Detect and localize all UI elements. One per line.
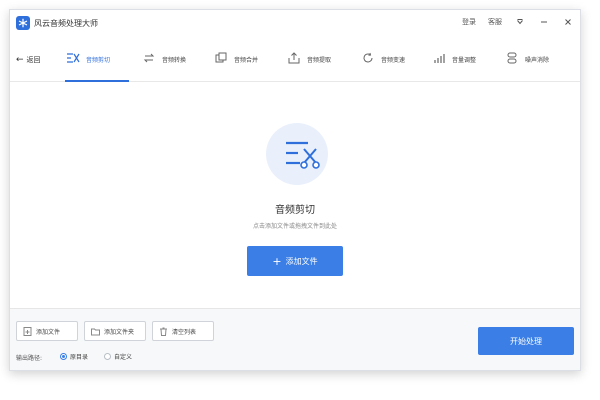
start-processing-button[interactable]: 开始处理 xyxy=(478,327,574,355)
tab-audio-cut[interactable]: 音频剪切 xyxy=(65,50,129,82)
active-tab-indicator xyxy=(65,80,129,82)
audio-cut-scissors-icon xyxy=(282,137,322,173)
tab-audio-convert[interactable]: 音频转换 xyxy=(141,50,186,82)
add-file-label: 添加文件 xyxy=(285,256,318,266)
login-link[interactable]: 登录 xyxy=(462,17,476,27)
radio-label: 原目录 xyxy=(70,354,89,361)
tab-label: 音频合并 xyxy=(234,57,259,64)
trash-icon xyxy=(159,327,168,336)
title-bar-controls: 登录 客服 xyxy=(462,16,574,28)
tab-label: 噪声消除 xyxy=(525,57,550,64)
add-file-icon xyxy=(23,326,32,336)
tab-label: 音频剪切 xyxy=(86,57,111,64)
add-file-label: 添加文件 xyxy=(36,328,61,336)
tab-audio-extract[interactable]: 音频提取 xyxy=(286,50,331,82)
output-custom-radio[interactable]: 自定义 xyxy=(104,352,132,361)
volume-adjust-icon xyxy=(431,50,447,66)
tab-volume-adjust[interactable]: 音量调整 xyxy=(431,50,476,82)
tab-noise-remove[interactable]: 噪声消除 xyxy=(504,50,549,82)
output-original-dir-radio[interactable]: 原目录 xyxy=(60,352,88,361)
audio-merge-icon xyxy=(213,50,229,66)
clear-list-label: 清空列表 xyxy=(172,328,197,336)
back-arrow-icon: ← xyxy=(16,54,24,65)
add-folder-button[interactable]: 添加文件夹 xyxy=(84,321,146,341)
tab-label: 音频提取 xyxy=(307,57,332,64)
tab-label: 音频转换 xyxy=(162,57,187,64)
back-button[interactable]: ← 返回 xyxy=(16,55,41,65)
service-link[interactable]: 客服 xyxy=(488,17,502,27)
bottom-bar: 添加文件 添加文件夹 清空列表 输出路径: 原目录 自定义 开始处理 xyxy=(10,308,580,370)
tab-audio-speed[interactable]: 音频变速 xyxy=(360,50,405,82)
noise-remove-icon xyxy=(504,50,520,66)
radio-dot xyxy=(104,353,111,360)
output-path-label: 输出路径: xyxy=(16,355,43,362)
tab-audio-merge[interactable]: 音频合并 xyxy=(213,50,258,82)
audio-convert-icon xyxy=(141,50,157,66)
feature-toolbar: ← 返回 音频剪切 音频转换 音频合并 音频提取 音频变速 音量调整 噪声消除 xyxy=(10,42,580,82)
app-window: 风云音频处理大师 登录 客服 ← 返回 音频剪切 音频转换 音频合并 音频提取 … xyxy=(9,9,581,371)
menu-arrow-icon[interactable] xyxy=(514,16,526,28)
tab-label: 音频变速 xyxy=(381,57,406,64)
audio-speed-icon xyxy=(360,50,376,66)
back-label: 返回 xyxy=(26,56,41,64)
radio-label: 自定义 xyxy=(114,354,133,361)
add-folder-label: 添加文件夹 xyxy=(104,328,135,336)
add-file-button-main[interactable]: + 添加文件 xyxy=(247,246,343,276)
title-bar: 风云音频处理大师 登录 客服 xyxy=(10,10,580,38)
radio-dot xyxy=(60,353,67,360)
add-folder-icon xyxy=(91,327,100,336)
audio-extract-icon xyxy=(286,50,302,66)
plus-icon: + xyxy=(272,254,282,268)
feature-title: 音频剪切 xyxy=(275,205,315,216)
drop-hint: 点击添加文件或拖拽文件到此处 xyxy=(252,223,337,230)
clear-list-button[interactable]: 清空列表 xyxy=(152,321,214,341)
tab-label: 音量调整 xyxy=(452,57,477,64)
add-file-button[interactable]: 添加文件 xyxy=(16,321,78,341)
minimize-icon[interactable] xyxy=(538,16,550,28)
app-logo-icon xyxy=(16,16,30,30)
app-title: 风云音频处理大师 xyxy=(34,19,98,28)
close-icon[interactable] xyxy=(562,16,574,28)
file-drop-area[interactable]: 音频剪切 点击添加文件或拖拽文件到此处 + 添加文件 xyxy=(10,83,580,308)
audio-cut-icon xyxy=(65,50,81,66)
